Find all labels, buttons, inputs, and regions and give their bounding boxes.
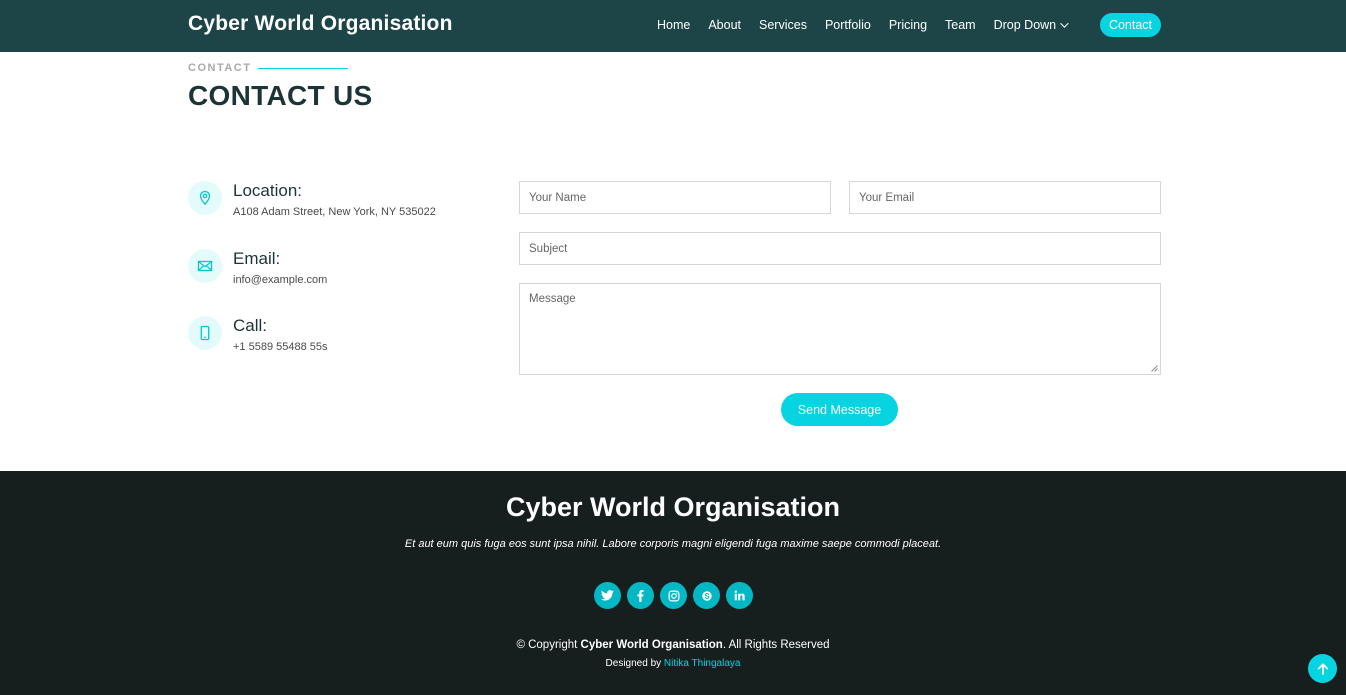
info-call-title: Call: <box>233 316 268 335</box>
resize-handle-icon[interactable] <box>1150 364 1158 372</box>
nav-home[interactable]: Home <box>657 18 690 32</box>
info-call: Call: +1 5589 55488 55s <box>188 316 488 366</box>
twitter-icon[interactable] <box>594 582 621 609</box>
map-pin-icon <box>188 181 222 215</box>
subject-input[interactable]: Subject <box>519 232 1161 265</box>
instagram-icon[interactable] <box>660 582 687 609</box>
back-to-top-button[interactable] <box>1308 654 1337 683</box>
name-input[interactable]: Your Name <box>519 181 831 214</box>
copyright-prefix: © Copyright <box>516 639 578 651</box>
eyebrow-divider <box>258 68 348 69</box>
nav-dropdown-label: Drop Down <box>993 18 1057 32</box>
nav-about[interactable]: About <box>708 18 741 32</box>
nav-services[interactable]: Services <box>759 18 807 32</box>
phone-icon <box>188 316 222 350</box>
footer-title: Cyber World Organisation <box>505 492 841 522</box>
site-logo[interactable]: Cyber World Organisation <box>188 12 453 36</box>
copyright-suffix: . All Rights Reserved <box>722 639 830 651</box>
copyright-brand: Cyber World Organisation <box>580 639 723 651</box>
page-title: CONTACT US <box>188 80 373 111</box>
designer-link[interactable]: Nitika Thingalaya <box>664 658 741 669</box>
designed-by-label: Designed by <box>605 658 662 669</box>
info-location: Location: A108 Adam Street, New York, NY… <box>188 181 488 231</box>
social-links <box>594 582 759 609</box>
info-location-title: Location: <box>233 181 302 200</box>
info-location-text: A108 Adam Street, New York, NY 535022 <box>233 206 436 218</box>
nav-pricing[interactable]: Pricing <box>889 18 927 32</box>
email-input[interactable]: Your Email <box>849 181 1161 214</box>
envelope-icon <box>188 249 222 283</box>
copyright: © Copyright Cyber World Organisation. Al… <box>0 639 1346 651</box>
nav-contact-button[interactable]: Contact <box>1100 13 1161 37</box>
info-email: Email: info@example.com <box>188 249 488 299</box>
main-nav: Home About Services Portfolio Pricing Te… <box>640 13 1069 37</box>
facebook-icon[interactable] <box>627 582 654 609</box>
section-eyebrow: CONTACT <box>188 62 252 74</box>
nav-team[interactable]: Team <box>945 18 976 32</box>
nav-portfolio[interactable]: Portfolio <box>825 18 871 32</box>
footer-tagline: Et aut eum quis fuga eos sunt ipsa nihil… <box>404 538 942 550</box>
designer-credit: Designed by Nitika Thingalaya <box>0 658 1346 669</box>
arrow-up-icon <box>1317 662 1328 675</box>
message-placeholder: Message <box>529 293 576 305</box>
nav-dropdown[interactable]: Drop Down <box>993 18 1069 32</box>
chevron-down-icon <box>1060 19 1069 28</box>
send-message-button[interactable]: Send Message <box>781 393 898 426</box>
site-header: Cyber World Organisation Home About Serv… <box>0 0 1346 52</box>
linkedin-icon[interactable] <box>726 582 753 609</box>
skype-icon[interactable] <box>693 582 720 609</box>
message-textarea[interactable]: Message <box>519 283 1161 375</box>
info-call-text[interactable]: +1 5589 55488 55s <box>233 341 328 353</box>
info-email-text[interactable]: info@example.com <box>233 274 327 286</box>
info-email-title: Email: <box>233 249 281 268</box>
